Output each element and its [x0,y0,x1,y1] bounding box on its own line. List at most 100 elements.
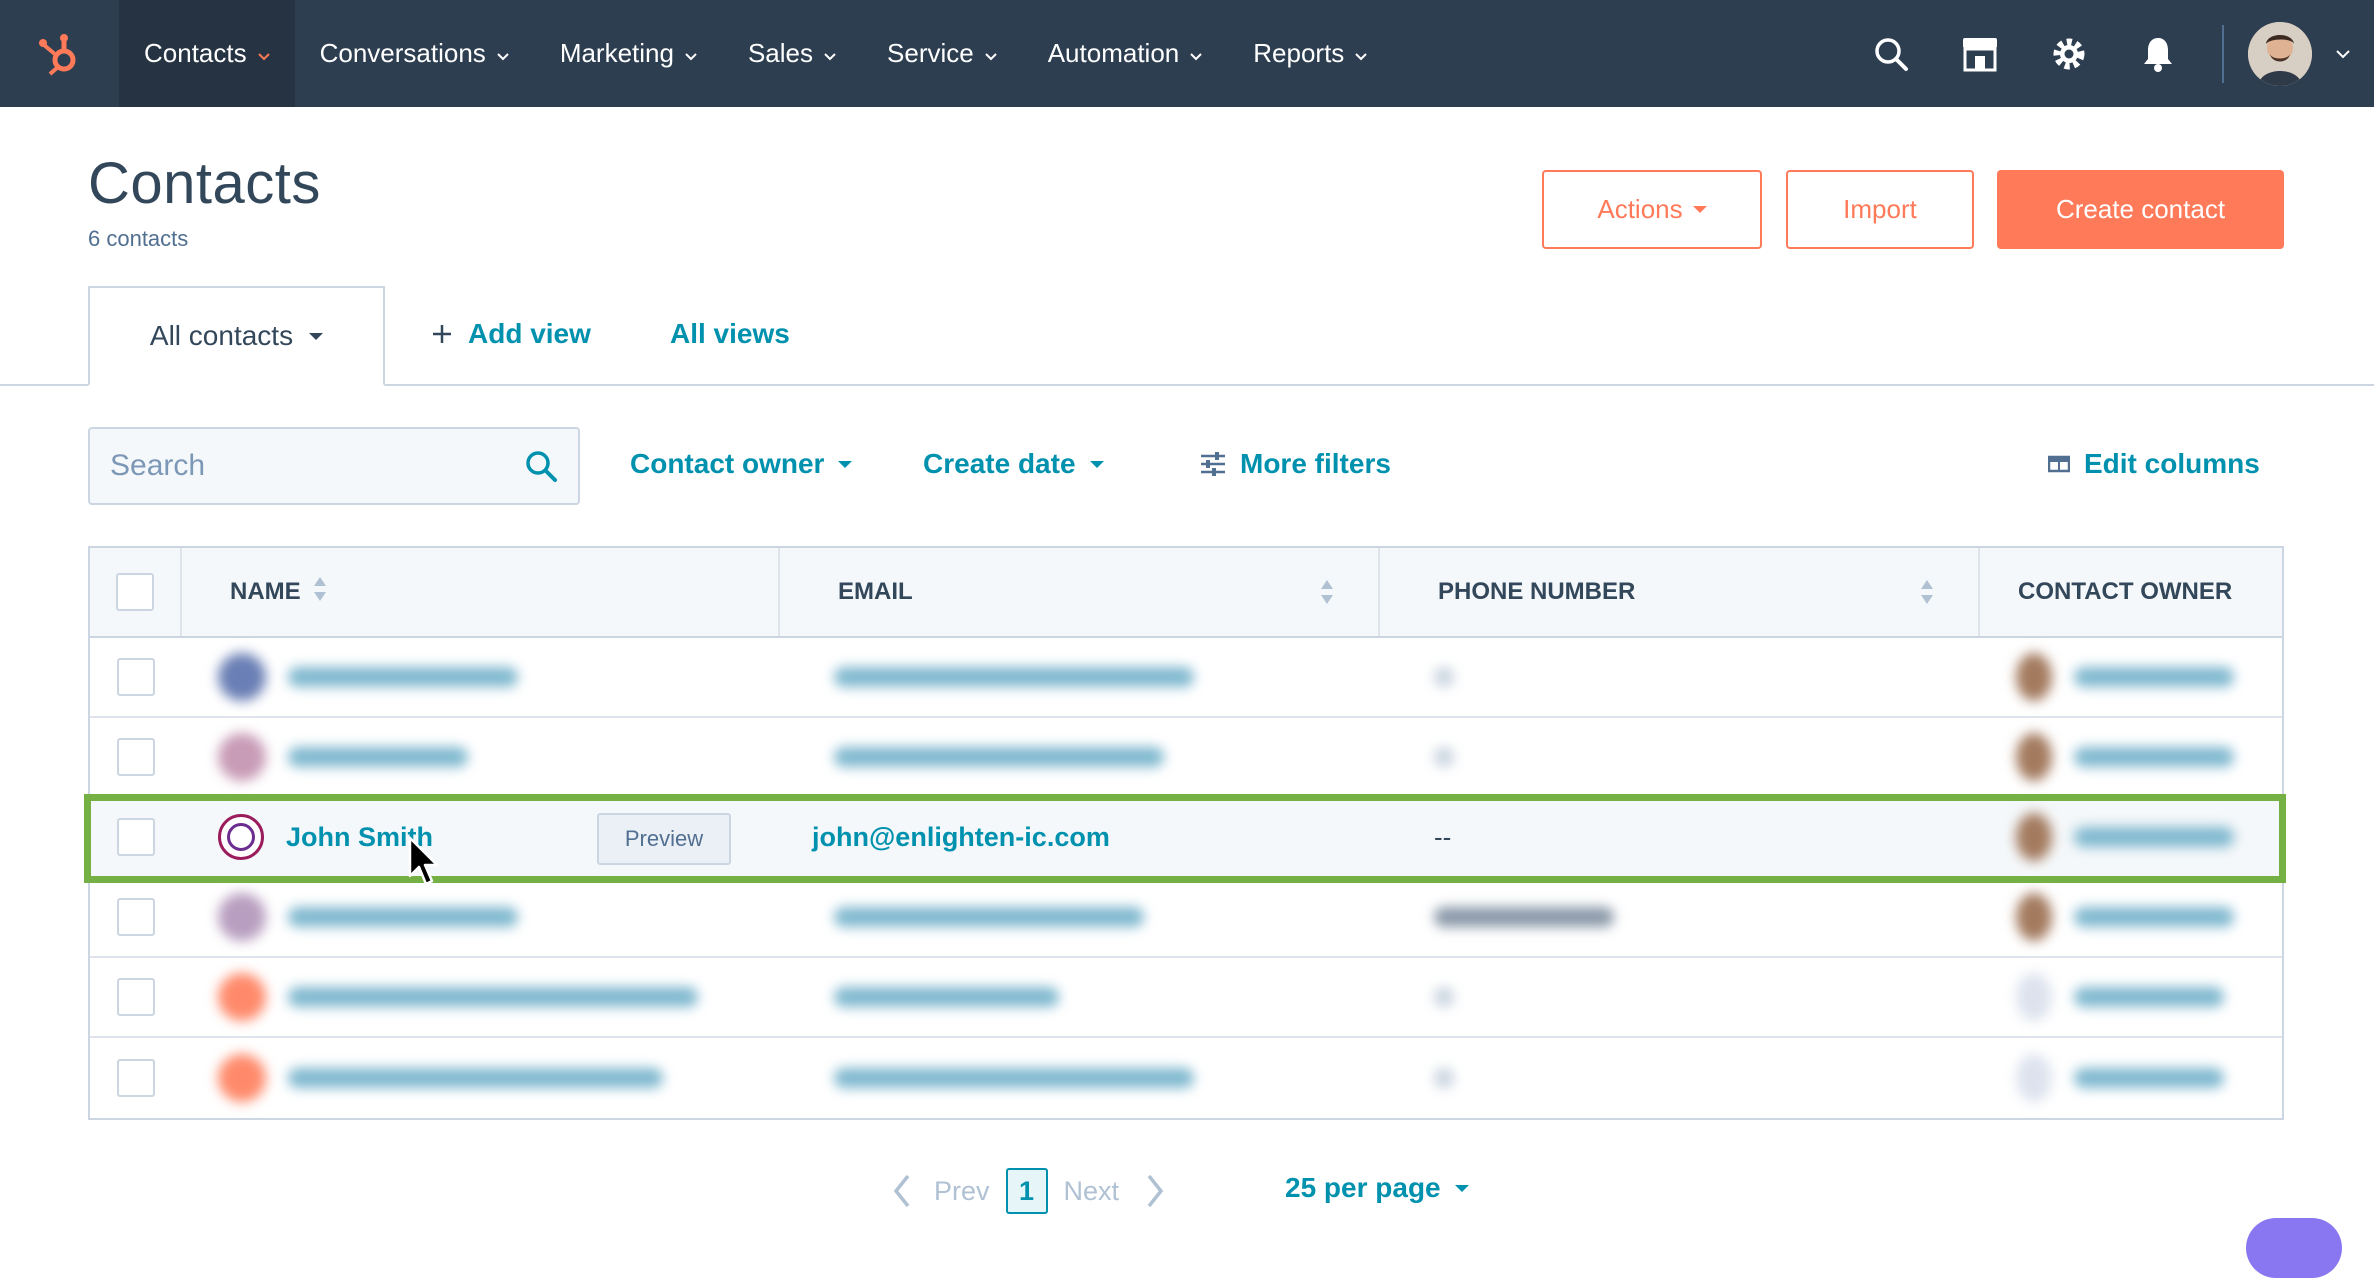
tab-all-contacts-label: All contacts [149,320,294,351]
column-header-owner-label: CONTACT OWNER [2018,578,2233,605]
column-header-phone-label: PHONE NUMBER [1438,578,1636,605]
blurred-name [182,1039,780,1117]
bell-icon[interactable] [2113,0,2202,107]
blurred-text [2074,907,2234,927]
nav-service-label: Service [887,38,974,68]
edit-columns-button[interactable]: Edit columns [2048,448,2260,480]
sort-icon[interactable] [1920,578,1934,613]
nav-contacts[interactable]: Contacts [119,0,295,107]
blurred-avatar [2016,813,2052,861]
search-icon[interactable] [1846,0,1935,107]
column-header-email-label: EMAIL [838,578,913,605]
chat-widget-button[interactable] [2246,1218,2342,1278]
top-navigation: Contacts Conversations Marketing Sales S… [0,0,2374,107]
chevron-down-icon [1354,38,1368,69]
blurred-text [1434,907,1614,927]
column-header-phone[interactable]: PHONE NUMBER [1380,548,1980,636]
search-icon[interactable] [524,449,558,483]
row-checkbox[interactable] [117,818,155,856]
import-button[interactable]: Import [1786,170,1974,249]
chevron-down-icon [257,38,271,69]
row-checkbox[interactable] [117,658,155,696]
nav-automation[interactable]: Automation [1023,0,1229,107]
nav-marketing[interactable]: Marketing [535,0,723,107]
create-contact-label: Create contact [2055,194,2226,224]
email-cell: john@enlighten-ic.com [780,798,1380,876]
more-filters-label: More filters [1240,448,1391,479]
row-checkbox[interactable] [117,738,155,776]
search-input[interactable] [110,449,524,483]
create-date-filter-label: Create date [923,448,1076,479]
contact-count: 6 contacts [88,226,189,251]
current-page[interactable]: 1 [1005,1168,1048,1214]
marketplace-icon[interactable] [1935,0,2024,107]
blurred-text [2074,667,2234,687]
blurred-phone [1380,958,1980,1036]
blurred-text [288,907,518,927]
row-checkbox-cell [90,1039,182,1117]
nav-service[interactable]: Service [862,0,1023,107]
tab-all-contacts[interactable]: All contacts [88,286,385,386]
more-filters-button[interactable]: More filters [1200,448,1391,480]
row-checkbox[interactable] [117,898,155,936]
blurred-avatar [218,1054,266,1102]
contact-owner-filter[interactable]: Contact owner [630,448,853,480]
row-checkbox[interactable] [117,978,155,1016]
nav-marketing-label: Marketing [559,38,674,68]
contact-email-link[interactable]: john@enlighten-ic.com [812,822,1110,853]
table-row [90,718,2282,798]
row-checkbox-cell [90,718,182,796]
select-all-checkbox[interactable] [116,573,154,611]
gear-icon[interactable] [2024,0,2113,107]
blurred-phone [1380,878,1980,956]
avatar[interactable] [2248,21,2312,86]
chevron-left-icon[interactable] [892,1173,912,1209]
row-checkbox[interactable] [117,1059,155,1097]
chevron-down-icon[interactable] [2312,0,2374,107]
blurred-owner [1980,638,2282,716]
nav-reports-label: Reports [1253,38,1345,68]
blurred-phone [1380,1039,1980,1117]
blurred-text [2074,747,2234,767]
blurred-owner [1980,718,2282,796]
nav-conversations[interactable]: Conversations [295,0,535,107]
preview-button[interactable]: Preview [597,813,731,865]
column-header-name[interactable]: NAME [182,548,780,636]
blurred-avatar [218,893,266,941]
contact-phone: -- [1434,821,1452,852]
nav-automation-label: Automation [1047,38,1180,68]
chevron-down-icon [496,38,510,69]
blurred-text [1434,1068,1454,1088]
blurred-avatar [218,973,266,1021]
table-row [90,638,2282,718]
nav-conversations-label: Conversations [319,38,486,68]
column-header-email[interactable]: EMAIL [780,548,1380,636]
per-page-label: 25 per page [1285,1172,1441,1203]
import-label: Import [1843,194,1917,224]
sort-icon[interactable] [1320,578,1334,613]
blurred-name [182,878,780,956]
blurred-email [780,958,1380,1036]
nav-sales-label: Sales [747,38,814,68]
chevron-right-icon[interactable] [1145,1173,1165,1209]
next-page-button[interactable]: Next [1064,1176,1120,1207]
create-date-filter[interactable]: Create date [923,448,1104,480]
prev-page-button[interactable]: Prev [934,1176,990,1207]
blurred-avatar [2016,733,2052,781]
row-checkbox-cell [90,798,182,876]
all-views-link[interactable]: All views [670,318,790,350]
blurred-avatar [2016,653,2052,701]
column-header-contact-owner[interactable]: CONTACT OWNER [1980,548,2282,636]
actions-button[interactable]: Actions [1542,170,1762,249]
nav-sales[interactable]: Sales [723,0,862,107]
column-header-name-label: NAME [230,578,301,605]
sort-icon[interactable] [313,575,327,610]
nav-reports[interactable]: Reports [1228,0,1393,107]
blurred-name [182,718,780,796]
caret-down-icon [838,460,853,468]
per-page-select[interactable]: 25 per page [1285,1172,1469,1204]
blurred-text [834,747,1164,767]
hubspot-logo-icon[interactable] [0,0,119,107]
add-view-button[interactable]: Add view [430,318,591,350]
create-contact-button[interactable]: Create contact [1997,170,2284,249]
